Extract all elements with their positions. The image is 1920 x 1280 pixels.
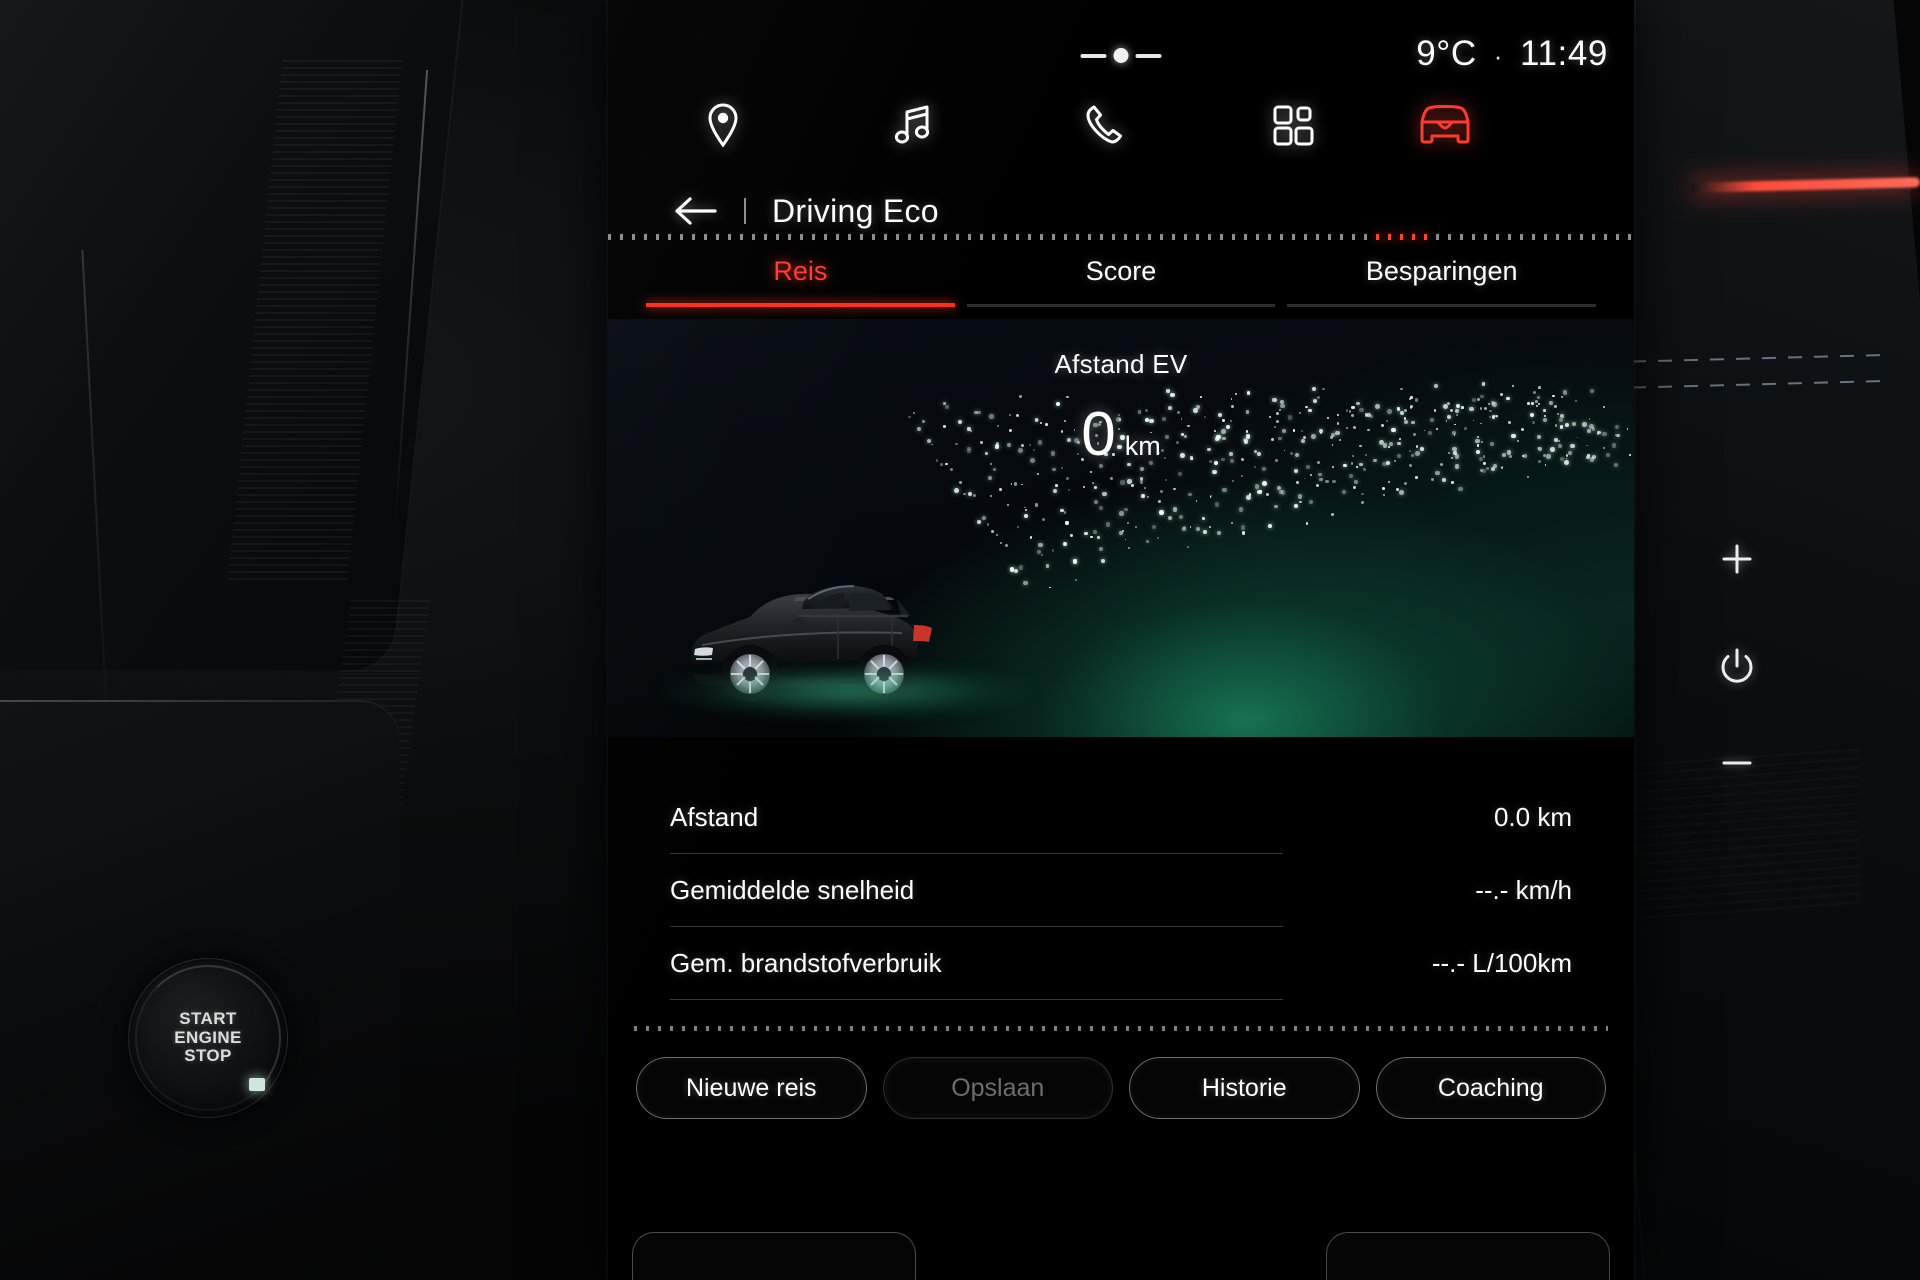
new-trip-button[interactable]: Nieuwe reis [636, 1057, 867, 1119]
tab-besparingen[interactable]: Besparingen [1281, 256, 1602, 307]
trip-stats-list: Afstand 0.0 km Gemiddelde snelheid --.- … [670, 781, 1572, 1000]
outside-temperature: 9°C [1416, 34, 1477, 73]
climate-card-left[interactable] [632, 1232, 917, 1280]
hero-title: Afstand EV [1054, 349, 1188, 379]
stat-label-gemiddelde-snelheid: Gemiddelde snelheid [670, 874, 915, 905]
stat-value-gemiddelde-snelheid: --.- km/h [1475, 874, 1572, 905]
nav-item-navigation[interactable] [628, 88, 818, 162]
ev-distance-unit: km [1124, 431, 1161, 461]
save-button: Opslaan [882, 1057, 1113, 1119]
tab-reis[interactable]: Reis [640, 256, 961, 307]
nav-item-vehicle[interactable] [1350, 88, 1540, 162]
ev-distance-hero: Afstand EV 0 km [608, 319, 1634, 737]
tab-besparingen-underline [1287, 304, 1597, 307]
climate-gap [930, 1232, 1311, 1280]
location-pin-icon [708, 103, 738, 148]
status-separator: · [1493, 41, 1503, 71]
start-line-1: START [179, 1009, 237, 1029]
coaching-button[interactable]: Coaching [1375, 1057, 1606, 1119]
start-line-2: ENGINE [174, 1027, 242, 1047]
status-info: 9°C · 11:49 [1416, 34, 1608, 74]
stat-row-brandstofverbruik: Gem. brandstofverbruik --.- L/100km [670, 927, 1572, 999]
vehicle-ground-glow [658, 661, 1038, 721]
back-arrow-icon[interactable] [674, 195, 718, 227]
stat-divider-3 [670, 999, 1284, 1000]
nav-item-media[interactable] [818, 88, 1008, 162]
handle-dash-left [1080, 53, 1107, 58]
tab-score[interactable]: Score [961, 256, 1282, 307]
handle-dot [1113, 48, 1129, 63]
stat-value-afstand: 0.0 km [1493, 801, 1572, 832]
volume-down-button[interactable] [1718, 756, 1756, 770]
vehicle-illustration [658, 545, 1038, 721]
nav-active-indicator [1376, 234, 1434, 240]
history-button[interactable]: Historie [1129, 1057, 1360, 1119]
main-nav-bar [608, 88, 1634, 240]
nav-item-phone[interactable] [1008, 88, 1198, 162]
handle-dash-right [1135, 53, 1162, 58]
stat-label-afstand: Afstand [670, 801, 759, 832]
tab-reis-label: Reis [773, 256, 828, 286]
tab-bar: Reis Score Besparingen [640, 256, 1602, 307]
stat-value-brandstofverbruik: --.- L/100km [1431, 947, 1572, 978]
infotainment-scene: START ENGINE STOP 9°C · 11:49 Driving Ec… [0, 0, 1920, 1280]
climate-card-right[interactable] [1325, 1232, 1610, 1280]
start-engine-stop-button[interactable]: START ENGINE STOP [128, 958, 288, 1118]
page-header: Driving Eco [608, 162, 1634, 234]
stat-row-afstand: Afstand 0.0 km [670, 781, 1572, 853]
start-button-label: START ENGINE STOP [174, 1010, 242, 1065]
page-title: Driving Eco [772, 192, 939, 229]
console-seam [0, 700, 400, 702]
action-button-row: Nieuwe reis Opslaan Historie Coaching [608, 1031, 1634, 1119]
start-line-3: STOP [184, 1046, 232, 1066]
car-front-icon [1420, 105, 1470, 144]
phone-handset-icon [1086, 105, 1122, 144]
drag-handle-icon[interactable] [1080, 48, 1162, 63]
tab-score-underline [966, 304, 1276, 307]
tab-reis-underline [646, 303, 955, 307]
start-button-indicator-led [249, 1078, 265, 1091]
stat-label-brandstofverbruik: Gem. brandstofverbruik [670, 947, 942, 978]
clock: 11:49 [1520, 34, 1608, 73]
power-button[interactable] [1714, 644, 1760, 690]
music-note-icon [894, 105, 930, 144]
tab-score-label: Score [1085, 256, 1157, 286]
nav-dotted-divider [608, 234, 1634, 240]
stat-row-gemiddelde-snelheid: Gemiddelde snelheid --.- km/h [670, 854, 1572, 926]
infotainment-screen[interactable]: 9°C · 11:49 Driving Eco Reis Score Bespa… [608, 0, 1634, 1280]
hardware-key-column [1692, 540, 1782, 770]
climate-control-strip [608, 1232, 1634, 1280]
status-bar: 9°C · 11:49 [608, 0, 1634, 88]
apps-grid-icon [1273, 105, 1314, 146]
volume-up-button[interactable] [1718, 540, 1756, 578]
tab-besparingen-label: Besparingen [1365, 256, 1518, 286]
header-divider [744, 198, 746, 224]
hero-value: 0 km [608, 399, 1634, 470]
ev-distance-value: 0 [1081, 400, 1116, 469]
